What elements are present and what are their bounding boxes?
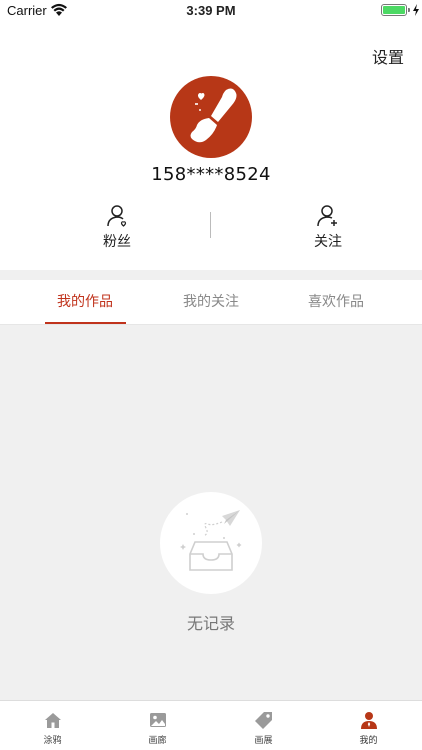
empty-state-graphic: [160, 492, 262, 594]
active-tab-indicator: [45, 322, 126, 324]
tabbar-label: 画展: [254, 736, 273, 746]
section-separator: [0, 270, 422, 280]
follow-button[interactable]: 关注: [288, 204, 368, 251]
battery-nub: [408, 8, 410, 12]
battery-fill: [383, 6, 405, 14]
tabbar-item-gallery[interactable]: 画廊: [105, 701, 210, 750]
paintbrush-icon: [190, 88, 237, 143]
stat-divider: [210, 212, 211, 238]
home-icon: [44, 713, 61, 728]
tabbar-label: 我的: [359, 736, 378, 746]
image-icon: [149, 713, 166, 727]
status-time: 3:39 PM: [186, 3, 236, 18]
username: 158****8524: [151, 164, 271, 185]
tabbar-label: 画廊: [148, 736, 167, 746]
tag-icon: [254, 712, 272, 729]
tabbar-item-doodle[interactable]: 涂鸦: [0, 701, 105, 750]
tab-my-works[interactable]: 我的作品: [15, 280, 155, 325]
charging-bolt-icon: [413, 4, 419, 16]
fans-button[interactable]: 粉丝: [77, 204, 157, 251]
tabbar-item-mine[interactable]: 我的: [316, 701, 421, 750]
fans-label: 粉丝: [103, 234, 131, 250]
tabbar-item-exhibition[interactable]: 画展: [211, 701, 316, 750]
user-add-icon: [317, 205, 337, 227]
works-tabs: 我的作品 我的关注 喜欢作品: [0, 280, 422, 325]
works-list: 无记录: [0, 325, 422, 700]
bottom-tab-bar: 涂鸦 画廊 画展 我的: [0, 700, 422, 750]
status-bar: Carrier 3:39 PM: [0, 0, 422, 22]
person-icon: [360, 712, 377, 729]
empty-tray-icon: [180, 510, 242, 571]
empty-state-text: 无记录: [186, 614, 235, 633]
avatar[interactable]: [170, 76, 252, 158]
tabbar-label: 涂鸦: [43, 736, 62, 746]
user-heart-icon: [107, 205, 127, 227]
settings-button[interactable]: 设置: [372, 44, 404, 68]
battery-icon: [381, 4, 407, 16]
tab-my-follows[interactable]: 我的关注: [141, 280, 281, 325]
tab-liked-works[interactable]: 喜欢作品: [266, 280, 406, 325]
follow-label: 关注: [314, 234, 342, 250]
